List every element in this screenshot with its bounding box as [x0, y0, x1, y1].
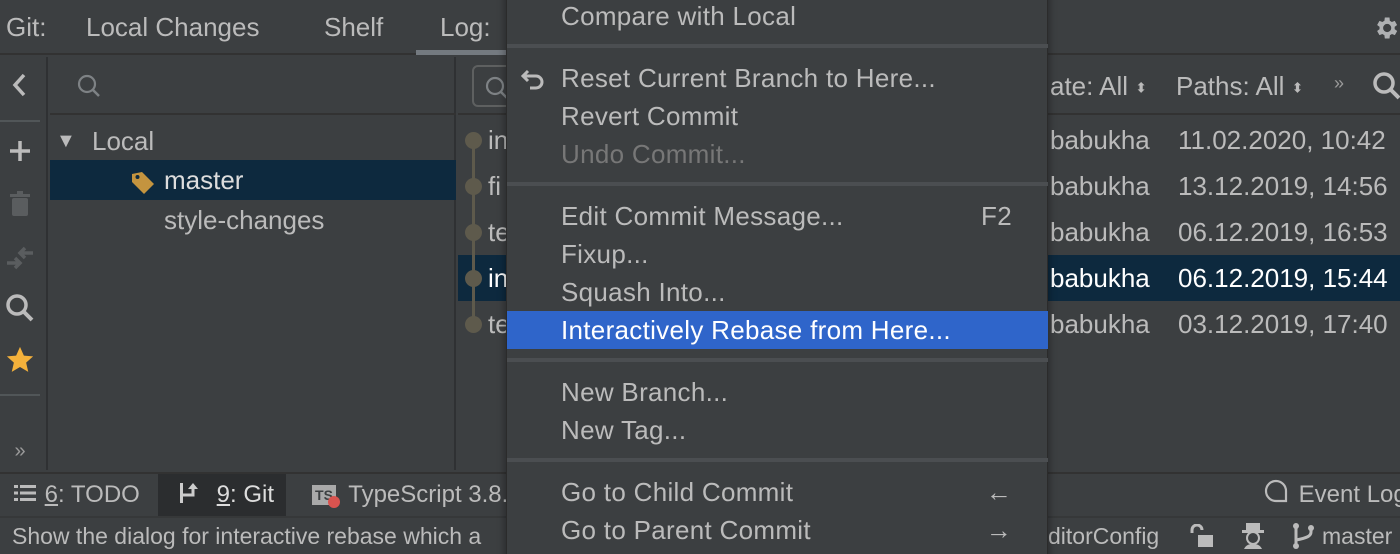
menu-item-reset-current-branch[interactable]: Reset Current Branch to Here... [507, 59, 1048, 97]
commit-date: 13.12.2019, 14:56 [1178, 171, 1388, 201]
favorite-star-icon[interactable] [0, 345, 40, 382]
typescript-icon: TS [312, 484, 342, 508]
shortcut-right-arrow: → [985, 515, 1012, 545]
menu-item-label: Go to Child Commit [561, 477, 794, 507]
tab-label: TypeScript 3.8. [348, 481, 509, 508]
editorconfig-widget[interactable]: ditorConfig [1048, 523, 1159, 550]
commit-graph-node [465, 132, 482, 149]
gear-icon[interactable] [1372, 14, 1400, 42]
undo-icon [520, 59, 547, 97]
branch-item-style-changes[interactable]: style-changes [50, 200, 456, 240]
more-icon[interactable]: » [0, 440, 40, 463]
group-label: Local [92, 126, 155, 156]
menu-separator [507, 358, 1048, 362]
back-icon[interactable] [0, 71, 40, 106]
commit-date: 06.12.2019, 15:44 [1178, 263, 1388, 293]
commit-graph-node [465, 316, 482, 333]
commit-subject: fi [488, 171, 501, 201]
commit-author: babukha [1050, 309, 1150, 339]
search-icon[interactable] [0, 293, 40, 330]
branch-label: master [164, 165, 244, 195]
menu-item-go-to-child-commit[interactable]: Go to Child Commit ← [507, 473, 1048, 511]
search-icon[interactable] [1372, 71, 1400, 108]
branch-group-local[interactable]: ▼ Local [50, 121, 456, 161]
menu-separator [507, 182, 1048, 186]
menu-item-label: Edit Commit Message... [561, 201, 844, 231]
tab-local-changes[interactable]: Local Changes [86, 12, 259, 43]
menu-item-fixup[interactable]: Fixup... [507, 235, 1048, 273]
menu-separator [507, 44, 1048, 48]
menu-item-new-branch[interactable]: New Branch... [507, 373, 1048, 411]
commit-author: babukha [1050, 263, 1150, 293]
menu-item-interactively-rebase[interactable]: Interactively Rebase from Here... [507, 311, 1048, 349]
mnemonic: 6 [44, 481, 59, 508]
branch-search-input[interactable] [50, 57, 456, 115]
shortcut-label: F2 [981, 201, 1012, 231]
git-branch-icon[interactable] [1292, 522, 1316, 554]
error-dot [328, 495, 340, 508]
menu-item-compare-with-local[interactable]: Compare with Local [507, 0, 1048, 35]
commit-date: 03.12.2019, 17:40 [1178, 309, 1388, 339]
tab-label: : TODO [58, 481, 140, 508]
menu-item-revert-commit[interactable]: Revert Commit [507, 97, 1048, 135]
paths-filter[interactable]: Paths: All ⬍ [1176, 71, 1303, 102]
tab-git[interactable]: 9: Git [158, 474, 286, 516]
event-log-icon [1264, 475, 1292, 517]
more-filters-icon[interactable]: » [1334, 73, 1344, 94]
toolbar-separator [0, 120, 40, 122]
tab-label: Event Log [1298, 481, 1400, 508]
commit-date: 11.02.2020, 10:42 [1178, 125, 1386, 155]
delete-icon[interactable] [0, 191, 40, 224]
menu-item-new-tag[interactable]: New Tag... [507, 411, 1048, 449]
menu-item-squash-into[interactable]: Squash Into... [507, 273, 1048, 311]
git-branch-icon [180, 475, 210, 517]
shortcut-left-arrow: ← [985, 477, 1012, 507]
branches-panel: ▼ Local master style-changes [50, 57, 456, 470]
branch-label: style-changes [164, 205, 325, 235]
menu-item-go-to-parent-commit[interactable]: Go to Parent Commit → [507, 511, 1048, 549]
date-filter[interactable]: ate: All ⬍ [1050, 71, 1147, 102]
menu-separator [507, 458, 1048, 462]
menu-item-label: Reset Current Branch to Here... [561, 63, 936, 93]
menu-item-undo-commit[interactable]: Undo Commit... [507, 135, 1048, 173]
active-tab-indicator [416, 50, 508, 55]
list-icon [14, 475, 38, 517]
branch-item-master[interactable]: master [50, 160, 456, 200]
paths-filter-label: Paths: All [1176, 71, 1285, 101]
current-branch[interactable]: master [1322, 523, 1392, 550]
tab-log[interactable]: Log: [440, 12, 491, 43]
commit-context-menu: Compare with Local Reset Current Branch … [506, 0, 1048, 554]
commit-author: babukha [1050, 125, 1150, 155]
inspector-hat-icon[interactable] [1240, 522, 1266, 554]
commit-graph-node [465, 178, 482, 195]
commit-author: babukha [1050, 217, 1150, 247]
add-icon[interactable] [0, 139, 40, 170]
left-toolbar: » [0, 57, 48, 470]
tab-label: : Git [230, 481, 275, 508]
status-message: Show the dialog for interactive rebase w… [12, 523, 482, 549]
updown-icon: ⬍ [1135, 79, 1148, 96]
expand-triangle-icon[interactable]: ▼ [56, 121, 76, 161]
unlock-icon[interactable] [1190, 523, 1214, 554]
menu-item-edit-commit-message[interactable]: Edit Commit Message... F2 [507, 197, 1048, 235]
tab-todo[interactable]: 6: TODO [4, 474, 150, 516]
search-icon [76, 73, 102, 106]
tab-typescript[interactable]: TS TypeScript 3.8. [302, 474, 518, 516]
commit-date: 06.12.2019, 16:53 [1178, 217, 1388, 247]
updown-icon: ⬍ [1291, 79, 1304, 96]
menu-item-label: Go to Parent Commit [561, 515, 811, 545]
tab-shelf[interactable]: Shelf [324, 12, 383, 43]
git-label: Git: [6, 12, 47, 42]
date-filter-label: ate: All [1050, 71, 1129, 101]
commit-graph-node [465, 224, 482, 241]
toolbar-separator [0, 394, 40, 396]
compare-icon[interactable] [0, 243, 40, 280]
mnemonic: 9 [216, 481, 231, 508]
commit-author: babukha [1050, 171, 1150, 201]
tab-event-log[interactable]: Event Log [1254, 474, 1400, 516]
commit-graph-node [465, 270, 482, 287]
